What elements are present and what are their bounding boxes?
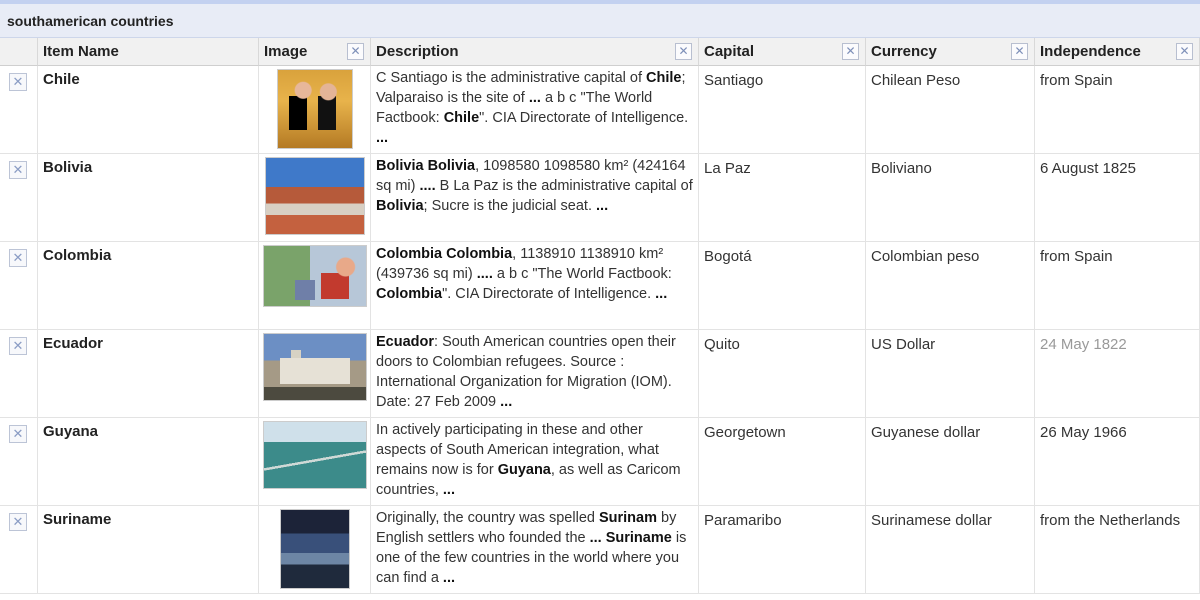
suriname-thumbnail[interactable] bbox=[279, 509, 350, 589]
capital-cell: Georgetown bbox=[699, 418, 866, 506]
independence-cell: from Spain bbox=[1035, 242, 1200, 330]
independence-cell: 24 May 1822 bbox=[1035, 330, 1200, 418]
table-row-remove-cell: ✕ bbox=[0, 506, 38, 594]
column-header-item-name[interactable]: Item Name bbox=[38, 38, 259, 66]
independence-cell: from the Netherlands bbox=[1035, 506, 1200, 594]
description-cell: Colombia Colombia, 1138910 1138910 km² (… bbox=[371, 242, 699, 330]
table-row-remove-cell: ✕ bbox=[0, 330, 38, 418]
table-row-remove-cell: ✕ bbox=[0, 66, 38, 154]
independence-cell: 26 May 1966 bbox=[1035, 418, 1200, 506]
table-title: southamerican countries bbox=[0, 0, 1200, 38]
currency-cell: Colombian peso bbox=[866, 242, 1035, 330]
currency-cell: Guyanese dollar bbox=[866, 418, 1035, 506]
close-icon[interactable]: ✕ bbox=[9, 161, 27, 179]
image-cell bbox=[259, 66, 371, 154]
image-cell bbox=[259, 330, 371, 418]
capital-cell: La Paz bbox=[699, 154, 866, 242]
item-name[interactable]: Ecuador bbox=[38, 330, 259, 418]
currency-cell: Chilean Peso bbox=[866, 66, 1035, 154]
close-icon[interactable]: ✕ bbox=[9, 513, 27, 531]
close-icon[interactable]: ✕ bbox=[1176, 43, 1193, 60]
column-header-label: Description bbox=[376, 43, 459, 60]
item-name[interactable]: Chile bbox=[38, 66, 259, 154]
close-icon[interactable]: ✕ bbox=[9, 337, 27, 355]
independence-cell: from Spain bbox=[1035, 66, 1200, 154]
description-cell: In actively participating in these and o… bbox=[371, 418, 699, 506]
column-header-label: Currency bbox=[871, 43, 937, 60]
close-icon[interactable]: ✕ bbox=[675, 43, 692, 60]
currency-cell: Boliviano bbox=[866, 154, 1035, 242]
close-icon[interactable]: ✕ bbox=[9, 249, 27, 267]
column-header-remove bbox=[0, 38, 38, 66]
close-icon[interactable]: ✕ bbox=[842, 43, 859, 60]
description-cell: Ecuador: South American countries open t… bbox=[371, 330, 699, 418]
image-cell bbox=[259, 242, 371, 330]
currency-cell: Surinamese dollar bbox=[866, 506, 1035, 594]
table-row-remove-cell: ✕ bbox=[0, 418, 38, 506]
item-name[interactable]: Suriname bbox=[38, 506, 259, 594]
item-name[interactable]: Guyana bbox=[38, 418, 259, 506]
column-header-label: Image bbox=[264, 43, 308, 60]
description-cell: Originally, the country was spelled Suri… bbox=[371, 506, 699, 594]
ecuador-thumbnail[interactable] bbox=[262, 333, 367, 401]
currency-cell: US Dollar bbox=[866, 330, 1035, 418]
capital-cell: Bogotá bbox=[699, 242, 866, 330]
column-header-description[interactable]: Description ✕ bbox=[371, 38, 699, 66]
column-header-image[interactable]: Image ✕ bbox=[259, 38, 371, 66]
column-header-label: Independence bbox=[1040, 43, 1141, 60]
image-cell bbox=[259, 506, 371, 594]
item-name[interactable]: Bolivia bbox=[38, 154, 259, 242]
image-cell bbox=[259, 418, 371, 506]
column-header-currency[interactable]: Currency ✕ bbox=[866, 38, 1035, 66]
close-icon[interactable]: ✕ bbox=[9, 425, 27, 443]
independence-cell: 6 August 1825 bbox=[1035, 154, 1200, 242]
guyana-thumbnail[interactable] bbox=[262, 421, 367, 489]
capital-cell: Paramaribo bbox=[699, 506, 866, 594]
close-icon[interactable]: ✕ bbox=[1011, 43, 1028, 60]
description-cell: Bolivia Bolivia, 1098580 1098580 km² (42… bbox=[371, 154, 699, 242]
items-table: Item Name Image ✕ Description ✕ Capital ✕ C… bbox=[0, 38, 1200, 600]
bolivia-thumbnail[interactable] bbox=[264, 157, 365, 235]
image-cell bbox=[259, 154, 371, 242]
description-cell: C Santiago is the administrative capital… bbox=[371, 66, 699, 154]
column-header-label: Capital bbox=[704, 43, 755, 60]
table-row-remove-cell: ✕ bbox=[0, 242, 38, 330]
capital-cell: Quito bbox=[699, 330, 866, 418]
column-header-independence[interactable]: Independence ✕ bbox=[1035, 38, 1200, 66]
chile-thumbnail[interactable] bbox=[276, 69, 353, 149]
column-header-label: Item Name bbox=[43, 43, 119, 60]
colombia-thumbnail[interactable] bbox=[262, 245, 367, 307]
close-icon[interactable]: ✕ bbox=[9, 73, 27, 91]
close-icon[interactable]: ✕ bbox=[347, 43, 364, 60]
capital-cell: Santiago bbox=[699, 66, 866, 154]
item-name[interactable]: Colombia bbox=[38, 242, 259, 330]
table-row-remove-cell: ✕ bbox=[0, 154, 38, 242]
column-header-capital[interactable]: Capital ✕ bbox=[699, 38, 866, 66]
